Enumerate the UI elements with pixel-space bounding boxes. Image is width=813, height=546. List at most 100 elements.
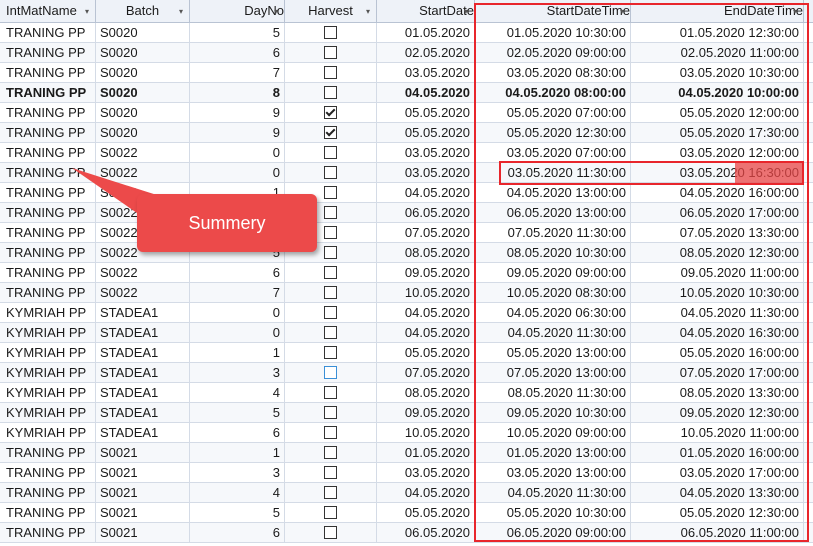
cell-startdatetime[interactable]: 03.05.2020 08:30:00 bbox=[475, 63, 631, 83]
cell-batch[interactable]: S0021 bbox=[96, 463, 190, 483]
cell-dayno[interactable]: 6 bbox=[190, 523, 285, 543]
cell-startdatetime[interactable]: 10.05.2020 08:30:00 bbox=[475, 283, 631, 303]
cell-batch[interactable]: S0021 bbox=[96, 483, 190, 503]
cell-enddatetime[interactable]: 04.05.2020 16:30:00 bbox=[631, 323, 804, 343]
cell-batch[interactable]: S0020 bbox=[96, 83, 190, 103]
header-harvest[interactable]: Harvest ▾ bbox=[285, 0, 377, 22]
cell-startdate[interactable]: 05.05.2020 bbox=[377, 103, 475, 123]
cell-intmatname[interactable]: TRANING PP bbox=[0, 63, 96, 83]
harvest-checkbox[interactable] bbox=[324, 46, 337, 60]
cell-enddatetime[interactable]: 04.05.2020 16:00:00 bbox=[631, 183, 804, 203]
cell-batch[interactable]: S0020 bbox=[96, 123, 190, 143]
cell-batch[interactable]: STADEA1 bbox=[96, 403, 190, 423]
filter-dropdown-icon[interactable]: ▾ bbox=[790, 7, 800, 17]
cell-enddatetime[interactable]: 03.05.2020 16:30:00 bbox=[631, 163, 804, 183]
harvest-checkbox[interactable] bbox=[324, 246, 337, 260]
cell-startdatetime[interactable]: 04.05.2020 11:30:00 bbox=[475, 323, 631, 343]
cell-dayno[interactable]: 7 bbox=[190, 63, 285, 83]
cell-enddatetime[interactable]: 04.05.2020 10:00:00 bbox=[631, 83, 804, 103]
cell-startdatetime[interactable]: 09.05.2020 09:00:00 bbox=[475, 263, 631, 283]
cell-enddatetime[interactable]: 03.05.2020 10:30:00 bbox=[631, 63, 804, 83]
cell-dayno[interactable]: 6 bbox=[190, 423, 285, 443]
cell-batch[interactable]: S0020 bbox=[96, 23, 190, 43]
cell-dayno[interactable]: 3 bbox=[190, 463, 285, 483]
cell-enddatetime[interactable]: 03.05.2020 12:00:00 bbox=[631, 143, 804, 163]
table-row[interactable]: TRANING PP S0021 1 01.05.2020 01.05.2020 13:… bbox=[0, 443, 813, 463]
table-row[interactable]: TRANING PP S0021 3 03.05.2020 03.05.2020 13:… bbox=[0, 463, 813, 483]
table-row[interactable]: TRANING PPS0022407.05.202007.05.2020 11:… bbox=[0, 223, 813, 243]
table-row[interactable]: TRANING PP S0022 7 10.05.2020 10.05.2020 08:… bbox=[0, 283, 813, 303]
cell-startdate[interactable]: 03.05.2020 bbox=[377, 63, 475, 83]
table-row[interactable]: TRANING PP S0021 5 05.05.2020 05.05.2020 10:… bbox=[0, 503, 813, 523]
harvest-checkbox[interactable] bbox=[324, 386, 337, 400]
cell-dayno[interactable]: 4 bbox=[190, 383, 285, 403]
cell-batch[interactable]: S0020 bbox=[96, 43, 190, 63]
cell-startdatetime[interactable]: 04.05.2020 13:00:00 bbox=[475, 183, 631, 203]
harvest-checkbox[interactable] bbox=[324, 346, 337, 360]
cell-enddatetime[interactable]: 08.05.2020 13:30:00 bbox=[631, 383, 804, 403]
harvest-checkbox[interactable] bbox=[324, 306, 337, 320]
table-row[interactable]: TRANING PP S0022 0 03.05.2020 03.05.2020 07:… bbox=[0, 143, 813, 163]
cell-batch[interactable]: S0022 bbox=[96, 283, 190, 303]
filter-dropdown-icon[interactable]: ▾ bbox=[461, 7, 471, 17]
harvest-checkbox[interactable] bbox=[324, 286, 337, 300]
table-row[interactable]: TRANING PP S0020 6 02.05.2020 02.05.2020 09:… bbox=[0, 43, 813, 63]
harvest-checkbox[interactable] bbox=[324, 226, 337, 240]
filter-dropdown-icon[interactable]: ▾ bbox=[363, 7, 373, 17]
filter-dropdown-icon[interactable]: ▾ bbox=[82, 7, 92, 17]
table-row[interactable]: KYMRIAH PP STADEA1 5 09.05.2020 09.05.2020 1… bbox=[0, 403, 813, 423]
cell-intmatname[interactable]: TRANING PP bbox=[0, 263, 96, 283]
cell-enddatetime[interactable]: 07.05.2020 13:30:00 bbox=[631, 223, 804, 243]
cell-startdatetime[interactable]: 05.05.2020 10:30:00 bbox=[475, 503, 631, 523]
cell-batch[interactable]: STADEA1 bbox=[96, 303, 190, 323]
cell-startdate[interactable]: 09.05.2020 bbox=[377, 263, 475, 283]
cell-enddatetime[interactable]: 07.05.2020 17:00:00 bbox=[631, 363, 804, 383]
harvest-checkbox[interactable] bbox=[324, 506, 337, 520]
cell-intmatname[interactable]: TRANING PP bbox=[0, 183, 96, 203]
cell-dayno[interactable]: 0 bbox=[190, 323, 285, 343]
header-intmatname[interactable]: IntMatName ▾ bbox=[0, 0, 96, 22]
cell-dayno[interactable]: 1 bbox=[190, 343, 285, 363]
cell-batch[interactable]: S0020 bbox=[96, 63, 190, 83]
cell-batch[interactable]: S0022 bbox=[96, 263, 190, 283]
cell-batch[interactable]: S0021 bbox=[96, 443, 190, 463]
cell-batch[interactable]: STADEA1 bbox=[96, 383, 190, 403]
cell-enddatetime[interactable]: 10.05.2020 10:30:00 bbox=[631, 283, 804, 303]
harvest-checkbox[interactable] bbox=[324, 266, 337, 280]
cell-enddatetime[interactable]: 04.05.2020 13:30:00 bbox=[631, 483, 804, 503]
cell-intmatname[interactable]: TRANING PP bbox=[0, 203, 96, 223]
cell-enddatetime[interactable]: 02.05.2020 11:00:00 bbox=[631, 43, 804, 63]
cell-intmatname[interactable]: TRANING PP bbox=[0, 523, 96, 543]
cell-intmatname[interactable]: TRANING PP bbox=[0, 503, 96, 523]
header-dayno[interactable]: DayNo ▾ bbox=[190, 0, 285, 22]
cell-batch[interactable]: S0022 bbox=[96, 163, 190, 183]
cell-startdate[interactable]: 04.05.2020 bbox=[377, 303, 475, 323]
table-row[interactable]: KYMRIAH PP STADEA1 1 05.05.2020 05.05.2020 1… bbox=[0, 343, 813, 363]
cell-intmatname[interactable]: KYMRIAH PP bbox=[0, 343, 96, 363]
cell-startdate[interactable]: 04.05.2020 bbox=[377, 83, 475, 103]
header-batch[interactable]: Batch ▾ bbox=[96, 0, 190, 22]
harvest-checkbox[interactable] bbox=[324, 26, 337, 40]
cell-enddatetime[interactable]: 09.05.2020 12:30:00 bbox=[631, 403, 804, 423]
table-row[interactable]: KYMRIAH PP STADEA1 0 04.05.2020 04.05.2020 0… bbox=[0, 303, 813, 323]
harvest-checkbox[interactable] bbox=[324, 426, 337, 440]
cell-startdatetime[interactable]: 06.05.2020 13:00:00 bbox=[475, 203, 631, 223]
cell-startdatetime[interactable]: 07.05.2020 13:00:00 bbox=[475, 363, 631, 383]
cell-startdatetime[interactable]: 01.05.2020 13:00:00 bbox=[475, 443, 631, 463]
cell-enddatetime[interactable]: 09.05.2020 11:00:00 bbox=[631, 263, 804, 283]
cell-startdate[interactable]: 05.05.2020 bbox=[377, 503, 475, 523]
cell-enddatetime[interactable]: 06.05.2020 11:00:00 bbox=[631, 523, 804, 543]
harvest-checkbox[interactable] bbox=[324, 446, 337, 460]
harvest-checkbox[interactable] bbox=[324, 86, 337, 100]
cell-batch[interactable]: STADEA1 bbox=[96, 363, 190, 383]
harvest-checkbox[interactable] bbox=[324, 206, 337, 220]
cell-startdatetime[interactable]: 03.05.2020 11:30:00 bbox=[475, 163, 631, 183]
cell-dayno[interactable]: 3 bbox=[190, 363, 285, 383]
cell-startdatetime[interactable]: 05.05.2020 13:00:00 bbox=[475, 343, 631, 363]
cell-intmatname[interactable]: TRANING PP bbox=[0, 103, 96, 123]
cell-batch[interactable]: S0022 bbox=[96, 143, 190, 163]
cell-startdatetime[interactable]: 10.05.2020 09:00:00 bbox=[475, 423, 631, 443]
cell-enddatetime[interactable]: 05.05.2020 12:00:00 bbox=[631, 103, 804, 123]
cell-startdatetime[interactable]: 01.05.2020 10:30:00 bbox=[475, 23, 631, 43]
cell-startdate[interactable]: 04.05.2020 bbox=[377, 483, 475, 503]
